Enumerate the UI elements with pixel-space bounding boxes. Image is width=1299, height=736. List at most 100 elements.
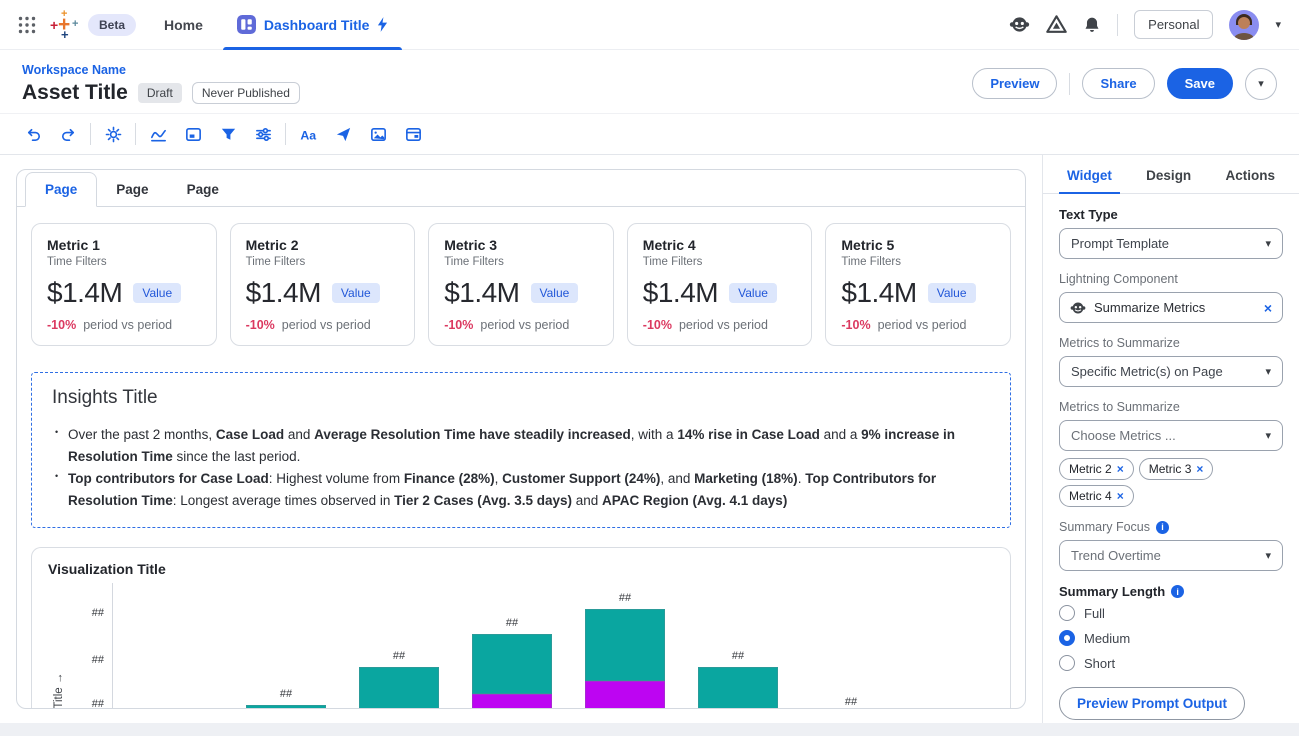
- panel-tab-design[interactable]: Design: [1144, 155, 1193, 193]
- bar-segment-top: [698, 667, 778, 708]
- main-area: PagePagePage Metric 1Time Filters$1.4MVa…: [0, 154, 1299, 723]
- svg-text:Aa: Aa: [300, 128, 316, 142]
- insight-text-segment: , with a: [631, 427, 678, 442]
- insights-title: Insights Title: [52, 387, 990, 409]
- lightning-component-field[interactable]: Summarize Metrics ×: [1059, 292, 1283, 323]
- metric-chips: Metric 2×Metric 3× Metric 4 ×: [1059, 458, 1283, 507]
- assistant-bot-icon: [1070, 300, 1086, 316]
- controls-icon[interactable]: [250, 121, 276, 147]
- nav-tab-label: Dashboard Title: [264, 17, 370, 33]
- divider: [1069, 73, 1070, 95]
- profile-caret-down-icon[interactable]: ▾: [1275, 18, 1281, 31]
- trailhead-triangle-icon[interactable]: [1046, 14, 1067, 35]
- remove-chip-icon[interactable]: ×: [1196, 462, 1203, 476]
- summary-length-options: Full Medium Short: [1059, 605, 1283, 671]
- remove-chip-icon[interactable]: ×: [1117, 462, 1124, 476]
- metric-card[interactable]: Metric 4Time Filters$1.4MValue-10%period…: [627, 223, 813, 346]
- page-tab[interactable]: Page: [168, 173, 238, 206]
- logo-plus: +: [61, 28, 69, 41]
- page-tab[interactable]: Page: [25, 172, 97, 207]
- visualization-widget[interactable]: Visualization Title Axis Title → #######…: [31, 547, 1011, 708]
- bar[interactable]: [472, 634, 552, 708]
- summary-focus-select[interactable]: Trend Overtime ▾: [1059, 540, 1283, 571]
- bar-segment-top: [359, 667, 439, 708]
- settings-icon[interactable]: [100, 121, 126, 147]
- nav-home-link[interactable]: Home: [164, 17, 203, 33]
- y-axis-tick-label: ##: [74, 698, 104, 708]
- page-tab[interactable]: Page: [97, 173, 167, 206]
- panel-tab-actions[interactable]: Actions: [1223, 155, 1277, 193]
- tableau-logo-icon[interactable]: + + + + +: [50, 9, 82, 41]
- radio-button[interactable]: [1059, 655, 1075, 671]
- text-icon[interactable]: Aa: [295, 121, 321, 147]
- bar[interactable]: [246, 705, 326, 708]
- share-button[interactable]: Share: [1082, 68, 1154, 99]
- radio-label: Full: [1084, 606, 1105, 621]
- metric-delta: -10%: [841, 318, 870, 332]
- preview-button[interactable]: Preview: [972, 68, 1057, 99]
- metric-card[interactable]: Metric 2Time Filters$1.4MValue-10%period…: [230, 223, 416, 346]
- page-header: Workspace Name Asset Title Draft Never P…: [0, 50, 1299, 114]
- save-options-caret-button[interactable]: ▾: [1245, 68, 1277, 100]
- remove-chip-icon[interactable]: ×: [1117, 489, 1124, 503]
- metric-chip[interactable]: Metric 2×: [1059, 458, 1134, 480]
- page-tab-row: PagePagePage: [17, 170, 1025, 207]
- insight-text-segment: , and: [660, 471, 694, 486]
- nav-tab-dashboard[interactable]: Dashboard Title: [233, 0, 393, 50]
- metric-card[interactable]: Metric 5Time Filters$1.4MValue-10%period…: [825, 223, 1011, 346]
- metric-card[interactable]: Metric 1Time Filters$1.4MValue-10%period…: [31, 223, 217, 346]
- layout-icon[interactable]: [400, 121, 426, 147]
- workspace-link[interactable]: Workspace Name: [22, 63, 300, 77]
- never-published-badge: Never Published: [192, 82, 300, 104]
- insight-text-segment: : Longest average times observed in: [173, 493, 394, 508]
- remove-component-icon[interactable]: ×: [1264, 300, 1272, 316]
- notification-bell-icon[interactable]: [1083, 16, 1101, 34]
- summary-length-option-medium[interactable]: Medium: [1059, 630, 1283, 646]
- info-icon[interactable]: i: [1171, 585, 1184, 598]
- metric-chip-label: Metric 4: [1069, 489, 1112, 503]
- metric-subtitle: Time Filters: [444, 256, 598, 268]
- summary-length-option-full[interactable]: Full: [1059, 605, 1283, 621]
- radio-button[interactable]: [1059, 630, 1075, 646]
- undo-icon[interactable]: [20, 121, 46, 147]
- info-icon[interactable]: i: [1156, 521, 1169, 534]
- metrics-scope-select[interactable]: Specific Metric(s) on Page ▾: [1059, 356, 1283, 387]
- summary-focus-label-text: Summary Focus: [1059, 520, 1150, 534]
- metric-value-badge: Value: [729, 283, 777, 303]
- choose-metrics-select[interactable]: Choose Metrics ... ▾: [1059, 420, 1283, 451]
- metric-delta: -10%: [643, 318, 672, 332]
- navigate-icon[interactable]: [330, 121, 356, 147]
- text-type-select[interactable]: Prompt Template ▾: [1059, 228, 1283, 259]
- metric-box-icon[interactable]: [180, 121, 206, 147]
- metric-card[interactable]: Metric 3Time Filters$1.4MValue-10%period…: [428, 223, 614, 346]
- save-button[interactable]: Save: [1167, 68, 1233, 99]
- metric-chip[interactable]: Metric 3×: [1139, 458, 1214, 480]
- insights-widget[interactable]: Insights Title Over the past 2 months, C…: [31, 372, 1011, 528]
- bar-data-label: ##: [811, 696, 891, 708]
- personal-button[interactable]: Personal: [1134, 10, 1213, 39]
- bar[interactable]: [698, 667, 778, 708]
- line-chart-icon[interactable]: [145, 121, 171, 147]
- insight-text-segment: Marketing (18%): [694, 471, 798, 486]
- page-bottom-strip: [0, 723, 1299, 736]
- filter-icon[interactable]: [215, 121, 241, 147]
- avatar[interactable]: [1229, 10, 1259, 40]
- app-launcher-icon[interactable]: [18, 16, 36, 34]
- beta-badge: Beta: [88, 14, 136, 36]
- preview-prompt-output-button[interactable]: Preview Prompt Output: [1059, 687, 1245, 720]
- bar[interactable]: [585, 609, 665, 708]
- assistant-bot-icon[interactable]: [1009, 14, 1030, 35]
- image-icon[interactable]: [365, 121, 391, 147]
- radio-button[interactable]: [1059, 605, 1075, 621]
- y-axis-tick-label: ##: [74, 654, 104, 666]
- summary-length-option-short[interactable]: Short: [1059, 655, 1283, 671]
- bar[interactable]: [359, 667, 439, 708]
- panel-tab-widget[interactable]: Widget: [1065, 155, 1114, 193]
- metric-value-row: $1.4MValue: [47, 277, 201, 309]
- metric-chip[interactable]: Metric 4 ×: [1059, 485, 1134, 507]
- metric-delta-caption: period vs period: [282, 318, 371, 332]
- metric-value: $1.4M: [246, 277, 321, 309]
- bar-data-label: ##: [359, 650, 439, 662]
- redo-icon[interactable]: [55, 121, 81, 147]
- insight-text-segment: and: [572, 493, 602, 508]
